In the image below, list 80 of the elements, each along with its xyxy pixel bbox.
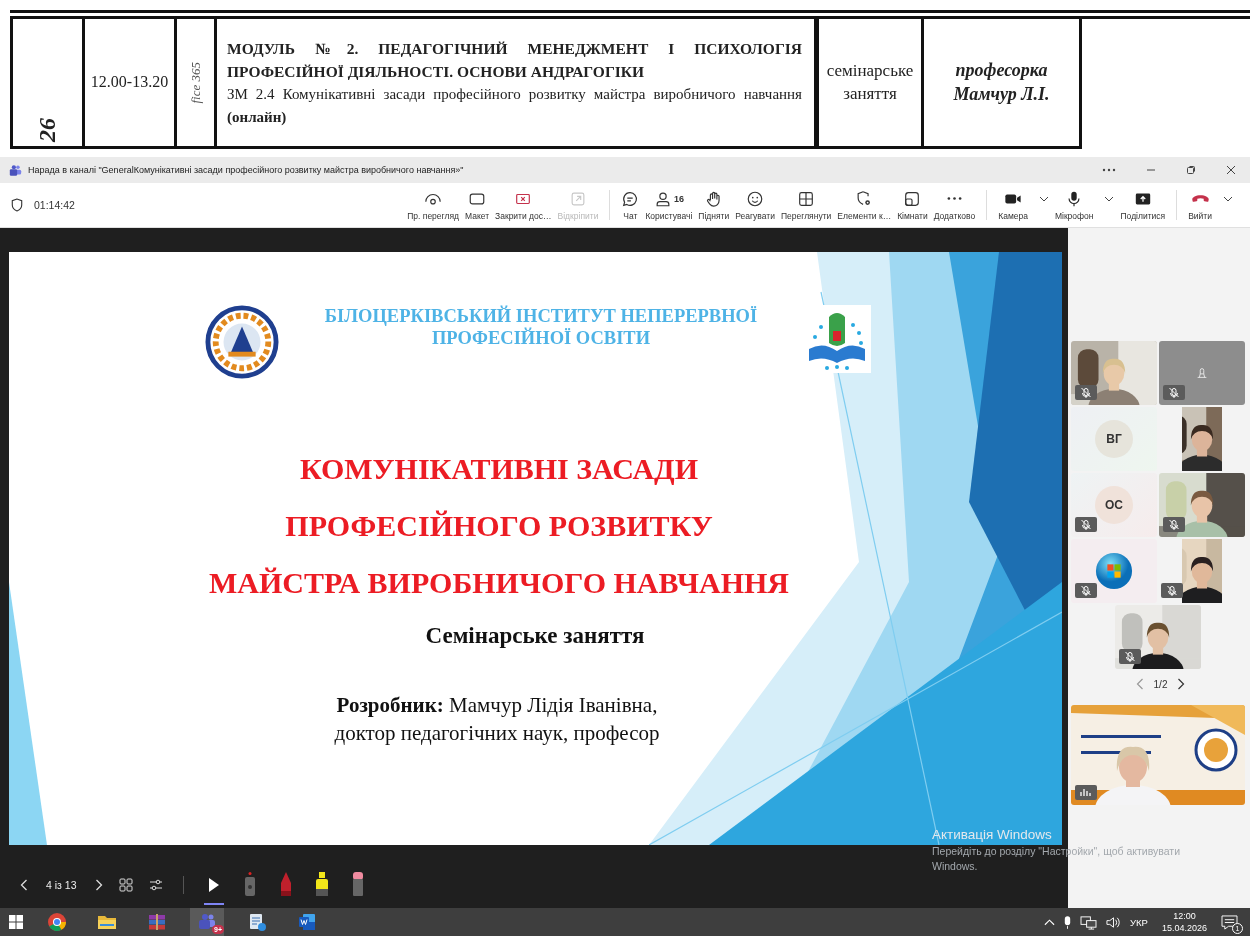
emblem-icon [205, 305, 279, 379]
toolbar-button[interactable]: Елементи к… [834, 189, 895, 221]
slide-title: ПРОФЕСІЙНОГО РОЗВИТКУ [284, 508, 714, 544]
restore-icon[interactable] [1186, 165, 1196, 175]
toolbar-button[interactable]: Камера [995, 189, 1052, 221]
hand-icon [704, 189, 723, 208]
toolbar-button[interactable]: Переглянути [777, 189, 835, 221]
clock-date[interactable]: 15.04.2026 [1161, 922, 1207, 934]
more-icon[interactable] [1102, 168, 1116, 172]
topic-text: ЗМ 2.4 Комунікативні засади професійного розвитку майстра виробничого навчання (онлайн) [227, 85, 802, 127]
shield-icon [11, 198, 23, 212]
toolbar-button[interactable]: Поділитися [1117, 189, 1169, 221]
grid-view-icon[interactable] [118, 878, 133, 892]
institute-name: ПРОФЕСІЙНОЇ ОСВІТИ [430, 327, 652, 349]
rooms-icon [903, 189, 922, 208]
pen-icon [278, 871, 293, 899]
language-indicator[interactable]: УКР [1130, 916, 1148, 928]
platform-label: fice 365 [187, 61, 204, 104]
settings-sliders-icon[interactable] [148, 879, 163, 891]
toolbar-button[interactable]: Мікрофон [1051, 189, 1118, 221]
caret-icon [1104, 195, 1115, 202]
caret-icon [1223, 195, 1233, 202]
row-number: 26 [34, 118, 61, 142]
avatar-icon [1095, 552, 1133, 590]
audio-level-icon [1075, 785, 1097, 800]
app-icon [247, 912, 267, 932]
page-indicator: 1/2 [1153, 678, 1168, 690]
toolbar-button[interactable]: Додатково [930, 189, 979, 221]
time-range: 12.00-13.20 [90, 72, 169, 93]
eraser-icon [350, 871, 365, 899]
window-title: Нарада в каналі "GeneralКомунікативні засади професійного розвитку майстра виробничого навчання»" [28, 165, 464, 175]
lecturer-name: професорка Мамчур Л.І. [952, 59, 1051, 106]
laser-pointer-icon [242, 871, 257, 899]
next-page-icon[interactable] [1177, 678, 1186, 690]
document-app-icon [297, 912, 317, 932]
chat-icon [621, 189, 640, 208]
activation-title: Активація Windows [932, 827, 1053, 842]
app-icon [9, 163, 22, 177]
notification-icon[interactable] [1221, 914, 1238, 930]
browser-icon [47, 912, 67, 932]
grid-icon [797, 189, 816, 208]
meeting-timer: 01:14:42 [34, 199, 75, 211]
slide-subtitle: Семінарське заняття [424, 622, 646, 650]
toolbar-button[interactable]: Реагувати [732, 189, 778, 221]
session-type: семінарське заняття [825, 60, 915, 105]
toolbar-button[interactable]: Чат [618, 189, 643, 221]
more-icon [946, 197, 962, 200]
highlighter-icon [314, 871, 329, 899]
smiley-icon [746, 189, 765, 208]
previous-slide-icon[interactable] [20, 879, 28, 891]
toolbar-button[interactable]: Вийти [1185, 189, 1236, 221]
chevron-up-icon[interactable] [1044, 918, 1056, 926]
close-icon[interactable] [1226, 165, 1236, 175]
toolbar-button[interactable]: 16 Користувачі [642, 189, 696, 221]
initials-avatar: ОС [1095, 486, 1133, 524]
participant-count: 16 [673, 193, 684, 204]
author-text: Розробник: Мамчур Лідія Іванівна, [335, 692, 659, 719]
next-slide-icon[interactable] [94, 879, 103, 891]
module-heading: МОДУЛЬ №2. ПЕДАГОГІЧНИЙ МЕНЕДЖМЕНТ І ПСИХОЛОГІЯ ПРОФЕСІЙНОЇ ДІЯЛЬНОСТІ. ОСНОВИ АНДРАГОГІКИ [227, 38, 802, 82]
slide-title: КОМУНІКАТИВНІ ЗАСАДИ [298, 451, 700, 487]
start-icon[interactable] [8, 914, 24, 930]
slide-counter: 4 із 13 [46, 879, 77, 891]
toolbar-button[interactable]: Пр. перегляд [404, 189, 462, 221]
initials-avatar: ВГ [1095, 420, 1133, 458]
toolbar-button[interactable]: Макет [462, 189, 493, 221]
toolbar-button[interactable]: Підняти [695, 189, 733, 221]
speaker-icon[interactable] [1105, 914, 1123, 930]
clock-time[interactable]: 12:00 [1173, 910, 1196, 922]
toolbar-button[interactable]: Кімнати [894, 189, 931, 221]
microphone-icon[interactable] [1063, 914, 1073, 930]
institute-name: БІЛОЦЕРКІВСЬКИЙ ІНСТИТУТ НЕПЕРЕРВНОЇ [323, 305, 759, 327]
network-icon[interactable] [1080, 914, 1098, 930]
caret-icon [1038, 195, 1049, 202]
phone-icon [1191, 195, 1209, 202]
slide-title: МАЙСТРА ВИРОБНИЧОГО НАВЧАННЯ [207, 565, 790, 601]
camera-off-icon [1195, 366, 1209, 380]
author-text: доктор педагогічних наук, професор [333, 720, 661, 747]
archive-icon [147, 912, 167, 932]
toolbar-button[interactable]: Закрити дос… [492, 189, 555, 221]
pointer-icon [208, 878, 219, 892]
